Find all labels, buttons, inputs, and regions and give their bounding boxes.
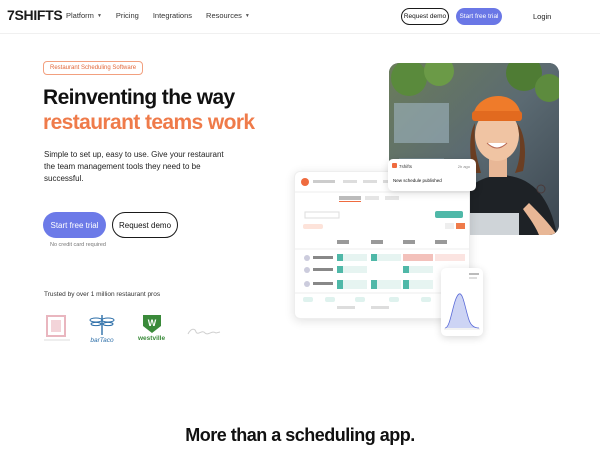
nav-platform-label: Platform — [66, 11, 94, 20]
top-nav: 7SHIFTS Platform ▼ Pricing Integrations … — [0, 0, 600, 34]
notification-time: 2h ago — [457, 164, 470, 169]
westville-label: westville — [138, 335, 166, 342]
hero-subtitle: Simple to set up, easy to use. Give your… — [44, 150, 224, 183]
brand-logo-square — [44, 314, 70, 344]
nav-resources[interactable]: Resources ▼ — [206, 11, 250, 20]
hero-title-line2: restaurant teams work — [43, 111, 255, 134]
notification-text: New schedule published — [393, 178, 442, 183]
page: 7SHIFTS Platform ▼ Pricing Integrations … — [0, 0, 600, 451]
category-pill: Restaurant Scheduling Software — [43, 61, 144, 75]
notification-app-name: 7shifts — [399, 164, 413, 169]
brand-logo-bartaco: barTaco — [89, 314, 115, 344]
brand-logo-script — [186, 325, 222, 343]
nav-request-demo-button[interactable]: Request demo — [401, 8, 449, 25]
start-trial-button[interactable]: Start free trial — [43, 212, 106, 238]
nav-integrations-label: Integrations — [152, 11, 193, 20]
dragonfly-icon — [89, 315, 115, 335]
nav-start-trial-button[interactable]: Start free trial — [456, 8, 502, 25]
nav-pricing-label: Pricing — [115, 11, 139, 20]
svg-text:W: W — [147, 318, 156, 328]
script-logo-icon — [187, 328, 221, 335]
square-logo-icon — [44, 315, 70, 341]
hero-title-line1: Reinventing the way — [43, 86, 235, 109]
trusted-text: Trusted by over 1 million restaurant pro… — [44, 291, 161, 298]
sales-chart-card — [441, 268, 483, 336]
bartaco-label: barTaco — [90, 337, 114, 344]
logo-text: 7SHIFTS — [7, 7, 63, 23]
nav-links: Platform ▼ Pricing Integrations Resource… — [66, 11, 264, 20]
bell-curve-chart-graphic — [444, 273, 480, 330]
nav-integrations[interactable]: Integrations — [153, 11, 192, 20]
logo[interactable]: 7SHIFTS — [7, 7, 63, 23]
nav-pricing[interactable]: Pricing — [116, 11, 139, 20]
no-card-note: No credit card required — [50, 242, 106, 248]
notification-toast: 7shifts 2h ago New schedule published — [388, 159, 476, 191]
nav-resources-label: Resources — [206, 11, 242, 20]
section-heading: More than a scheduling app. — [185, 425, 415, 445]
brand-logo-westville: W westville — [138, 314, 165, 342]
westville-shield-icon: W — [142, 315, 161, 333]
app-icon — [392, 163, 397, 168]
nav-platform[interactable]: Platform ▼ — [66, 11, 102, 20]
chevron-down-icon: ▼ — [96, 12, 102, 19]
login-link[interactable]: Login — [533, 12, 551, 21]
request-demo-button[interactable]: Request demo — [112, 212, 178, 238]
chevron-down-icon: ▼ — [244, 12, 250, 19]
section-subheading-partial — [123, 446, 423, 451]
